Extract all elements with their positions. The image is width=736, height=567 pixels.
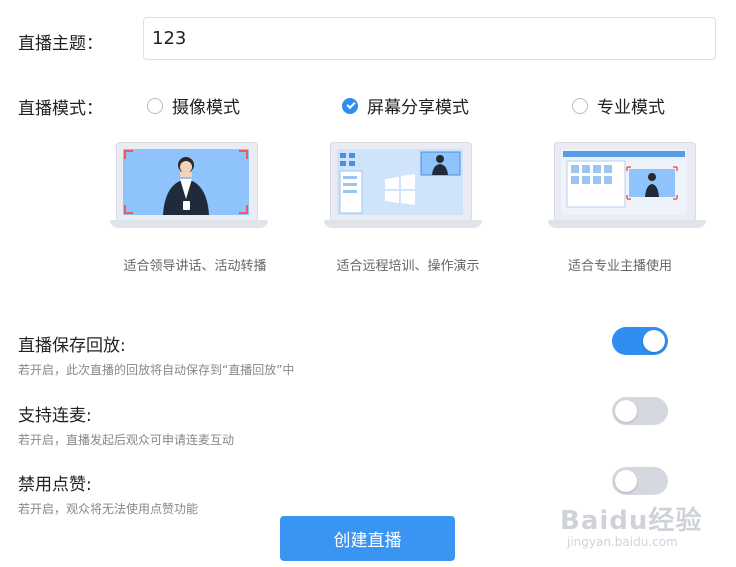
screen-share-mode-caption: 适合远程培训、操作演示: [336, 259, 480, 274]
save-replay-toggle[interactable]: [612, 327, 668, 355]
mode-option-screen-share[interactable]: 屏幕分享模式: [342, 93, 469, 118]
disable-likes-desc: 若开启，观众将无法使用点赞功能: [18, 502, 199, 516]
mode-option-professional-label: 专业模式: [597, 98, 665, 118]
topic-input[interactable]: [143, 17, 716, 60]
co-host-toggle[interactable]: [612, 397, 668, 425]
radio-camera[interactable]: [147, 97, 163, 114]
disable-likes-toggle[interactable]: [612, 467, 668, 495]
disable-likes-title: 禁用点赞:: [18, 475, 92, 495]
toggle-knob: [615, 470, 637, 492]
save-replay-title: 直播保存回放:: [18, 336, 126, 356]
baidu-watermark-url: jingyan.baidu.com: [567, 535, 678, 549]
mode-option-camera-label: 摄像模式: [172, 98, 240, 118]
screen-share-mode-illustration: [324, 142, 482, 232]
camera-mode-illustration: [110, 142, 268, 232]
baidu-watermark-logo: Baidu经验: [560, 506, 703, 536]
mode-option-professional[interactable]: 专业模式: [572, 93, 665, 118]
toggle-knob: [615, 400, 637, 422]
radio-professional[interactable]: [572, 97, 588, 114]
co-host-title: 支持连麦:: [18, 406, 92, 426]
co-host-desc: 若开启，直播发起后观众可申请连麦互动: [18, 433, 235, 447]
save-replay-desc: 若开启，此次直播的回放将自动保存到“直播回放”中: [18, 363, 295, 377]
professional-mode-illustration: [548, 142, 706, 232]
camera-mode-caption: 适合领导讲话、活动转播: [123, 259, 267, 274]
toggle-knob: [643, 330, 665, 352]
mode-option-screen-share-label: 屏幕分享模式: [367, 98, 469, 118]
create-live-button[interactable]: 创建直播: [280, 516, 455, 561]
mode-label: 直播模式：: [18, 99, 103, 119]
radio-screen-share[interactable]: [342, 97, 358, 114]
topic-label: 直播主题：: [18, 34, 103, 54]
mode-option-camera[interactable]: 摄像模式: [147, 93, 240, 118]
professional-mode-caption: 适合专业主播使用: [567, 259, 672, 274]
